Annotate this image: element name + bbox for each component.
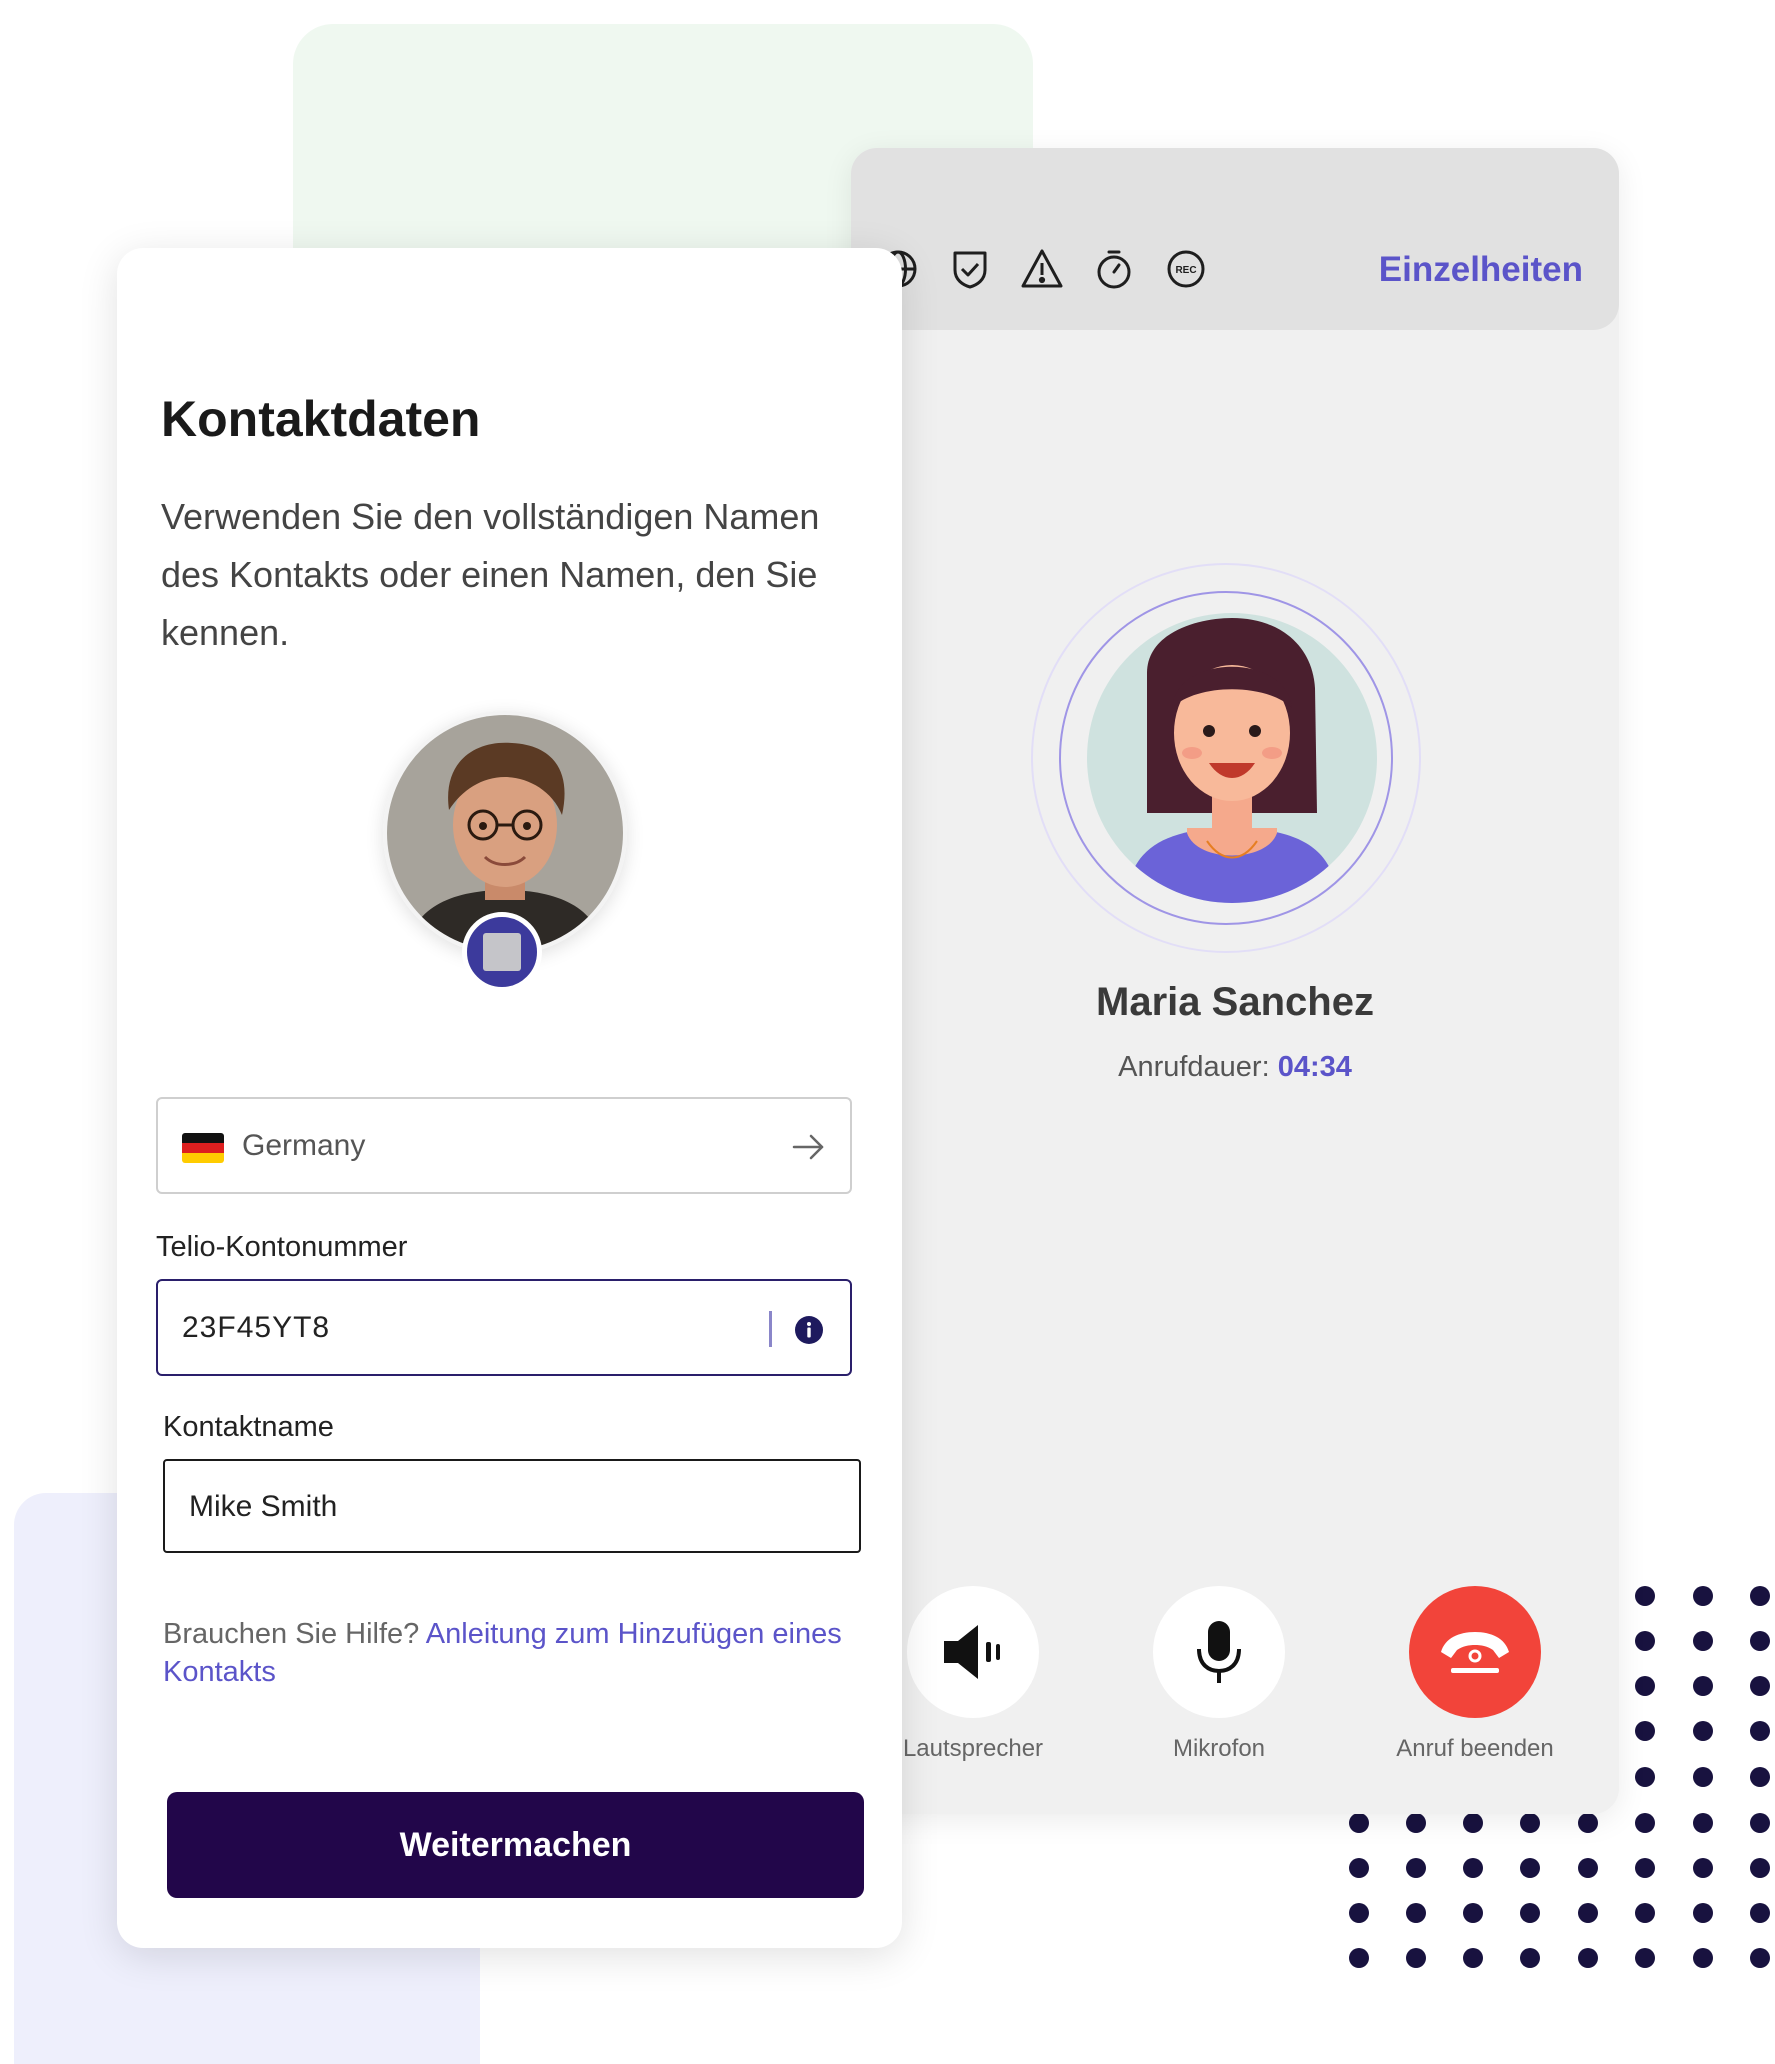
contact-name-value: Mike Smith (189, 1490, 338, 1523)
decor-dot (1520, 1858, 1540, 1878)
decor-dot (1635, 1631, 1655, 1651)
decor-dot (1750, 1858, 1770, 1878)
speaker-icon (944, 1625, 1000, 1679)
account-number-label: Telio-Kontonummer (156, 1231, 408, 1263)
microphone-icon (1197, 1621, 1241, 1683)
caller-avatar (1087, 613, 1377, 903)
help-prompt: Brauchen Sie Hilfe? (163, 1618, 420, 1650)
decor-dot (1406, 1948, 1426, 1968)
decor-dot (1635, 1858, 1655, 1878)
country-value: Germany (242, 1129, 366, 1162)
contact-name-field[interactable]: Mike Smith (163, 1459, 861, 1553)
shield-check-icon[interactable] (947, 246, 993, 292)
change-photo-button[interactable] (462, 912, 542, 992)
decor-dot (1750, 1903, 1770, 1923)
decor-dot (1693, 1813, 1713, 1833)
arrow-right-icon (792, 1134, 824, 1160)
rec-icon-text: REC (1175, 265, 1196, 276)
continue-button[interactable]: Weitermachen (167, 1792, 864, 1898)
decor-dot (1693, 1903, 1713, 1923)
decor-dot (1463, 1948, 1483, 1968)
decor-dot (1750, 1631, 1770, 1651)
decor-dot (1578, 1903, 1598, 1923)
decor-dot (1635, 1721, 1655, 1741)
decor-dot (1750, 1767, 1770, 1787)
decor-dot (1406, 1813, 1426, 1833)
decor-dot (1635, 1903, 1655, 1923)
contact-card: Kontaktdaten Verwenden Sie den vollständ… (117, 248, 902, 1948)
country-select[interactable]: Germany (156, 1097, 852, 1194)
decor-dot (1463, 1858, 1483, 1878)
hangup-icon (1441, 1632, 1509, 1673)
decor-dot (1750, 1676, 1770, 1696)
decor-dot (1635, 1813, 1655, 1833)
decor-dot (1520, 1948, 1540, 1968)
decor-dot (1520, 1813, 1540, 1833)
decor-dot (1693, 1631, 1713, 1651)
decor-dot (1693, 1948, 1713, 1968)
decor-dot (1750, 1948, 1770, 1968)
decor-dot (1578, 1858, 1598, 1878)
image-placeholder-icon (483, 933, 521, 971)
form-description: Verwenden Sie den vollständigen Namen de… (161, 496, 820, 653)
decor-dot (1406, 1858, 1426, 1878)
rec-icon[interactable]: REC (1163, 246, 1209, 292)
details-link[interactable]: Einzelheiten (1379, 250, 1583, 290)
decor-dot (1693, 1858, 1713, 1878)
call-duration-value: 04:34 (1277, 1051, 1352, 1083)
decor-dot (1578, 1813, 1598, 1833)
call-panel: REC Einzelheiten Maria Sanchez Anrufdaue… (851, 148, 1619, 1814)
text-caret (769, 1311, 772, 1347)
call-header: REC Einzelheiten (851, 148, 1619, 330)
decor-dot (1693, 1721, 1713, 1741)
decor-dot (1635, 1676, 1655, 1696)
timer-icon[interactable] (1091, 246, 1137, 292)
page-title: Kontaktdaten (161, 391, 481, 447)
decor-dot (1693, 1586, 1713, 1606)
call-duration: Anrufdauer: 04:34 (851, 1051, 1619, 1084)
decor-dot (1635, 1948, 1655, 1968)
warning-icon[interactable] (1019, 246, 1065, 292)
mic-label: Mikrofon (1172, 1735, 1266, 1762)
decor-dot (1520, 1903, 1540, 1923)
germany-flag-icon (182, 1133, 224, 1163)
decor-dot (1463, 1813, 1483, 1833)
decor-dot (1406, 1903, 1426, 1923)
decor-dot (1635, 1586, 1655, 1606)
end-call-button[interactable] (1409, 1586, 1541, 1718)
decor-dot (1349, 1903, 1369, 1923)
mic-button[interactable] (1153, 1586, 1285, 1718)
end-call-label: Anruf beenden (1396, 1735, 1554, 1762)
decor-dot (1693, 1676, 1713, 1696)
decor-dot (1349, 1948, 1369, 1968)
decor-dot (1750, 1586, 1770, 1606)
caller-name: Maria Sanchez (1096, 980, 1374, 1024)
decor-dot (1349, 1858, 1369, 1878)
decor-dot (1349, 1813, 1369, 1833)
decor-dot (1750, 1813, 1770, 1833)
decor-dot (1635, 1767, 1655, 1787)
account-number-field[interactable]: 23F45YT8 (156, 1279, 852, 1376)
decor-dot (1750, 1721, 1770, 1741)
decor-dot (1693, 1767, 1713, 1787)
decor-dot (1463, 1903, 1483, 1923)
info-icon[interactable] (794, 1315, 824, 1345)
decor-dot (1578, 1948, 1598, 1968)
speaker-button[interactable] (907, 1586, 1039, 1718)
contact-name-label: Kontaktname (163, 1411, 334, 1443)
help-text: Brauchen Sie Hilfe? Anleitung zum Hinzuf… (163, 1615, 853, 1691)
call-duration-label: Anrufdauer: (1118, 1051, 1270, 1083)
account-number-value: 23F45YT8 (182, 1311, 331, 1344)
